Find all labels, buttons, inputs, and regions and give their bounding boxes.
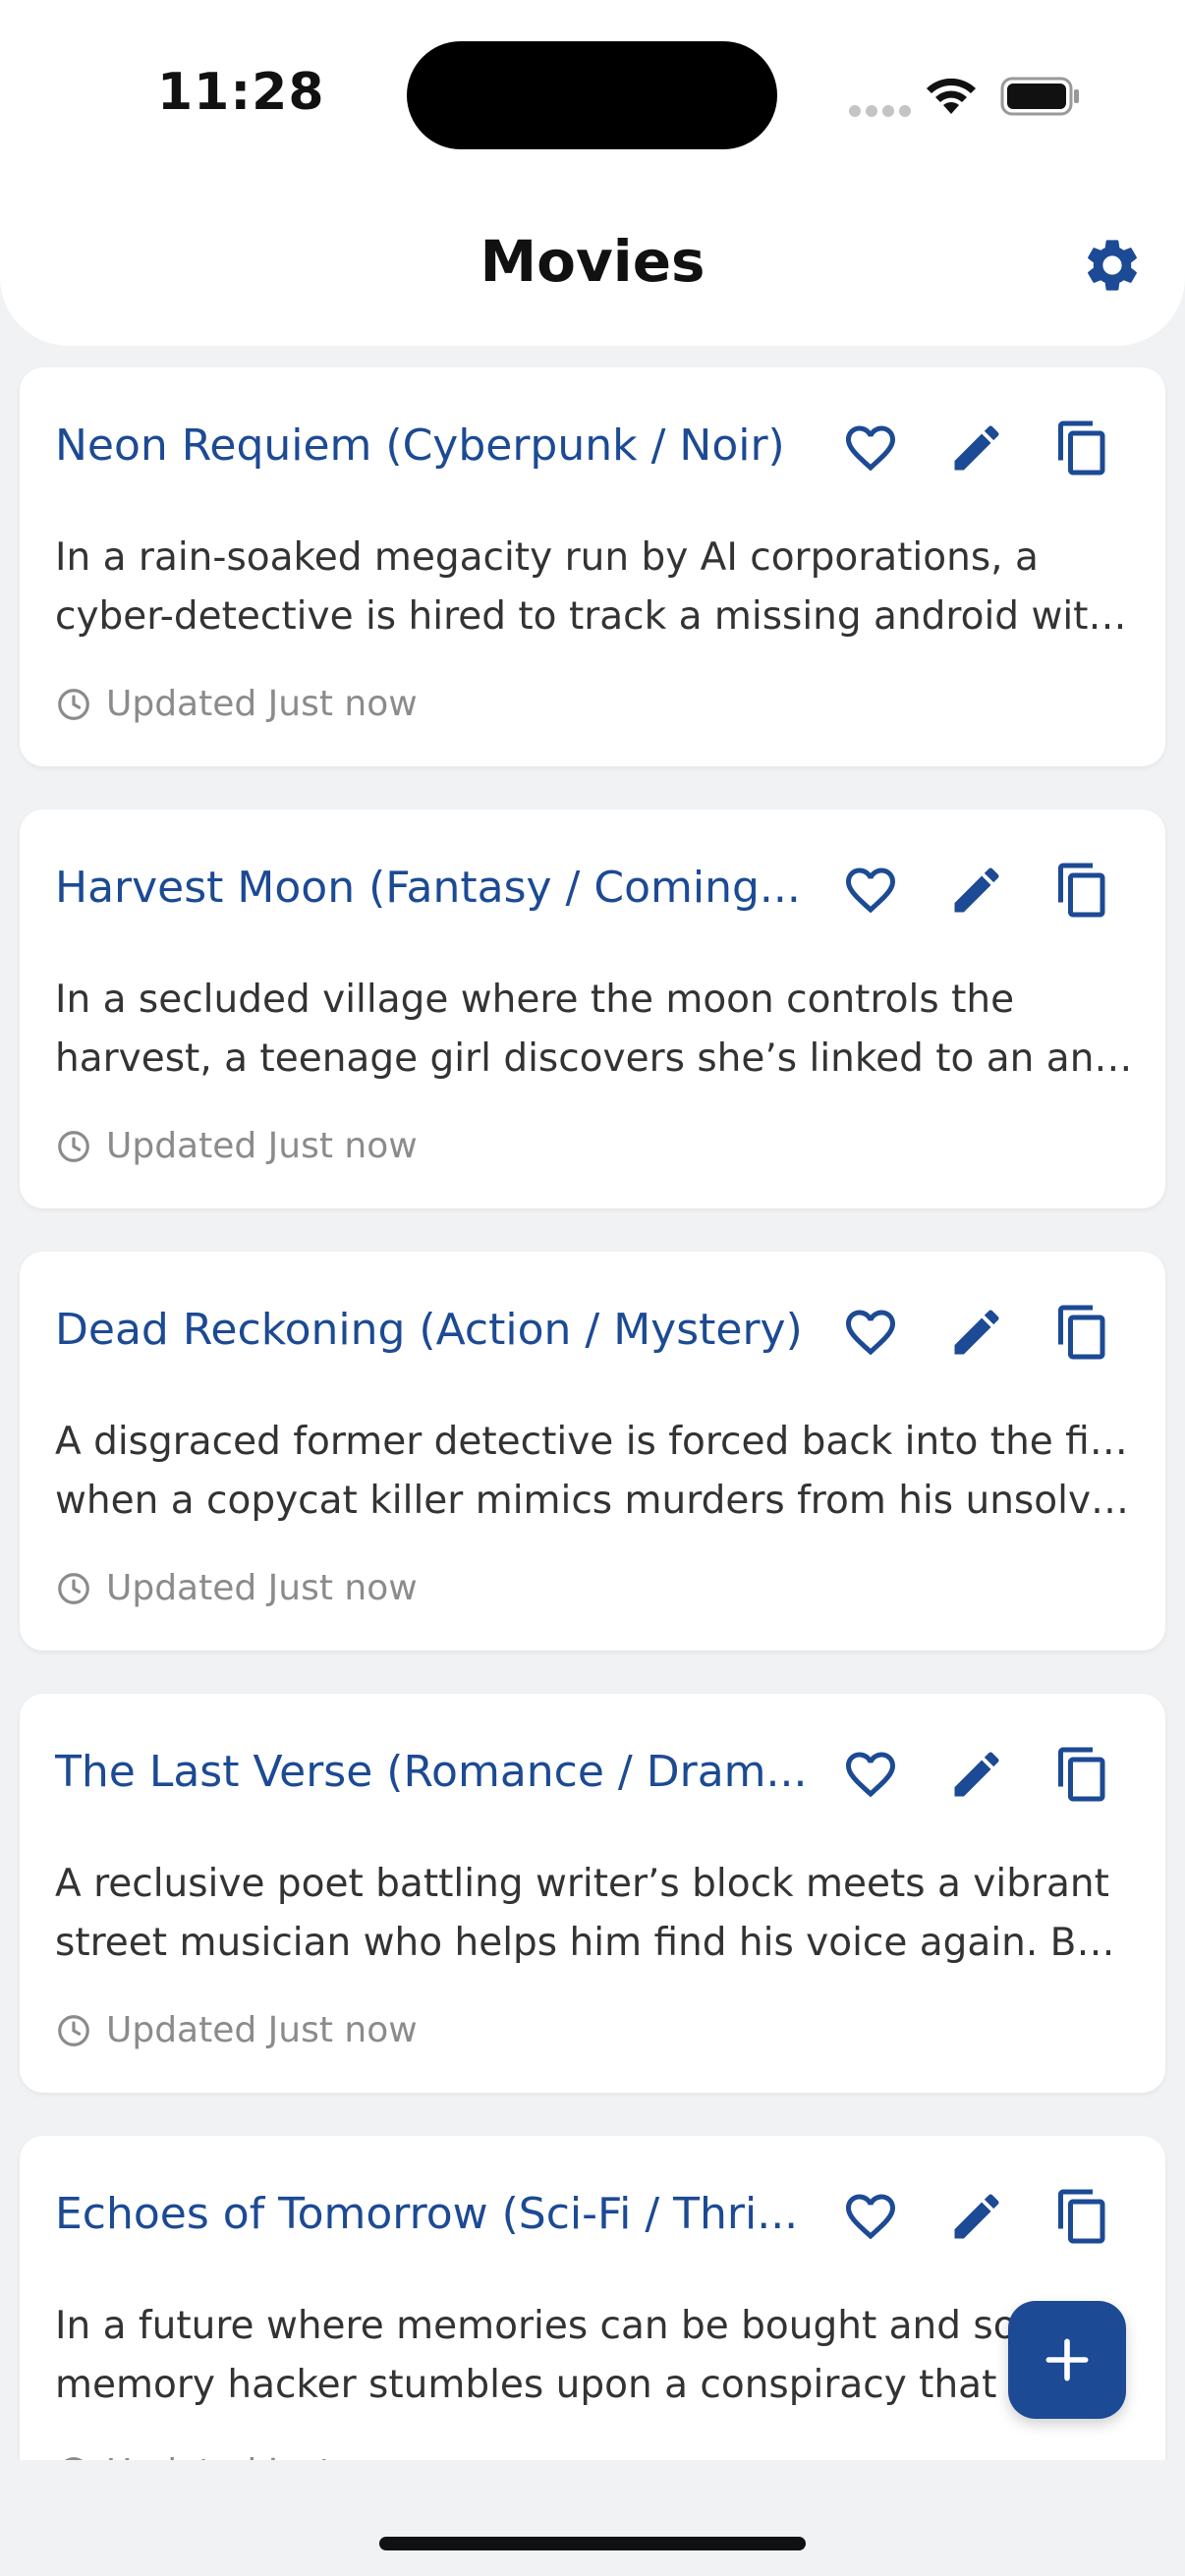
clock-icon	[58, 1572, 89, 1604]
description-line: street musician who helps him find his v…	[55, 1921, 1136, 1965]
description-line: harvest, a teenage girl discovers she’s …	[55, 1036, 1136, 1081]
copy-icon[interactable]	[1053, 419, 1112, 477]
dynamic-island	[407, 41, 777, 149]
heart-icon[interactable]	[841, 2187, 900, 2246]
clock-icon	[58, 1130, 89, 1162]
cellular-signal-icon	[849, 102, 916, 121]
updated-label: Updated Just now	[106, 684, 418, 724]
copy-icon[interactable]	[1053, 1745, 1112, 1804]
movie-description: In a future where memories can be bought…	[55, 2297, 1136, 2415]
plus-icon	[1045, 2338, 1089, 2381]
movie-title[interactable]: Dead Reckoning (Action / Mystery)	[55, 1305, 819, 1355]
edit-icon[interactable]	[947, 1303, 1006, 1362]
movie-card[interactable]: Echoes of Tomorrow (Sci-Fi / Thri... In …	[20, 2136, 1165, 2460]
description-line: when a copycat killer mimics murders fro…	[55, 1479, 1136, 1523]
copy-icon[interactable]	[1053, 2187, 1112, 2246]
wifi-icon	[927, 78, 976, 114]
movie-title[interactable]: The Last Verse (Romance / Dram...	[55, 1747, 819, 1797]
movie-description: In a secluded village where the moon con…	[55, 971, 1136, 1089]
description-line: In a future where memories can be bought…	[55, 2304, 1100, 2348]
edit-icon[interactable]	[947, 861, 1006, 920]
copy-icon[interactable]	[1053, 1303, 1112, 1362]
add-movie-button[interactable]	[1008, 2301, 1126, 2419]
heart-icon[interactable]	[841, 861, 900, 920]
bottom-safe-area	[0, 2460, 1185, 2576]
description-line: cyber-detective is hired to track a miss…	[55, 594, 1136, 639]
movie-title[interactable]: Neon Requiem (Cyberpunk / Noir)	[55, 420, 819, 471]
edit-icon[interactable]	[947, 2187, 1006, 2246]
description-line: memory hacker stumbles upon a conspiracy…	[55, 2363, 1090, 2407]
updated-status: Updated Just now	[55, 2452, 418, 2460]
movie-card[interactable]: Harvest Moon (Fantasy / Coming... In a s…	[20, 810, 1165, 1208]
description-line: A disgraced former detective is forced b…	[55, 1420, 1136, 1464]
heart-icon[interactable]	[841, 419, 900, 477]
movie-description: A reclusive poet battling writer’s block…	[55, 1855, 1136, 1973]
movie-title[interactable]: Harvest Moon (Fantasy / Coming...	[55, 863, 819, 913]
updated-status: Updated Just now	[55, 2010, 418, 2050]
updated-status: Updated Just now	[55, 684, 418, 724]
updated-label: Updated Just now	[106, 1126, 418, 1166]
movie-title[interactable]: Echoes of Tomorrow (Sci-Fi / Thri...	[55, 2189, 819, 2239]
movie-description: In a rain-soaked megacity run by AI corp…	[55, 529, 1136, 646]
updated-label: Updated Just now	[106, 1568, 418, 1608]
updated-label: Updated Just now	[106, 2010, 418, 2050]
edit-icon[interactable]	[947, 1745, 1006, 1804]
clock-icon	[58, 2014, 89, 2046]
updated-status: Updated Just now	[55, 1568, 418, 1608]
movie-card[interactable]: The Last Verse (Romance / Dram... A recl…	[20, 1694, 1165, 2093]
movie-description: A disgraced former detective is forced b…	[55, 1413, 1136, 1531]
copy-icon[interactable]	[1053, 861, 1112, 920]
app-header: 11:28 Movies	[0, 0, 1185, 346]
heart-icon[interactable]	[841, 1303, 900, 1362]
clock-icon	[58, 688, 89, 720]
description-line: In a secluded village where the moon con…	[55, 978, 1015, 1022]
gear-icon[interactable]	[1081, 234, 1144, 297]
description-line: In a rain-soaked megacity run by AI corp…	[55, 535, 1039, 580]
movie-card[interactable]: Neon Requiem (Cyberpunk / Noir) In a rai…	[20, 367, 1165, 766]
movie-list[interactable]: Neon Requiem (Cyberpunk / Noir) In a rai…	[0, 346, 1185, 2460]
movie-card[interactable]: Dead Reckoning (Action / Mystery) A disg…	[20, 1252, 1165, 1651]
page-title: Movies	[480, 228, 705, 295]
heart-icon[interactable]	[841, 1745, 900, 1804]
status-time: 11:28	[157, 63, 325, 122]
battery-icon	[1000, 77, 1079, 116]
updated-label: Updated Just now	[106, 2452, 418, 2460]
home-indicator[interactable]	[379, 2537, 806, 2550]
description-line: A reclusive poet battling writer’s block…	[55, 1862, 1109, 1906]
edit-icon[interactable]	[947, 419, 1006, 477]
updated-status: Updated Just now	[55, 1126, 418, 1166]
